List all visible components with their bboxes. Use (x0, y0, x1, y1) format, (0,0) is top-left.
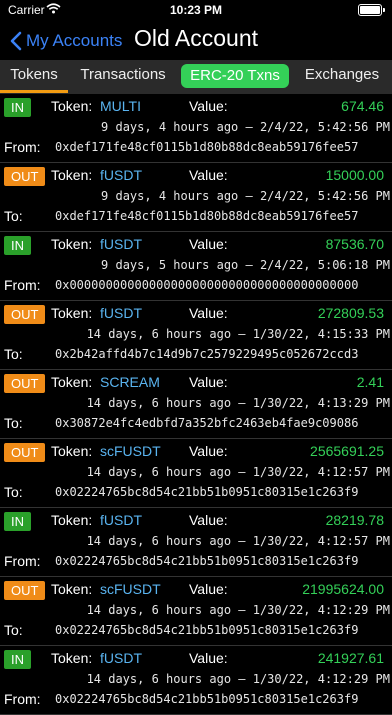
transaction-time: 14 days, 6 hours ago – 1/30/22, 4:12:29 … (86, 603, 390, 617)
transaction-row[interactable]: OUT Token: scFUSDT Value: 2565691.25 14 days,… (0, 439, 392, 508)
counterparty-address[interactable]: 0x2b42affd4b7c14d9b7c2579229495c052672cc… (55, 347, 392, 361)
token-name[interactable]: scFUSDT (100, 581, 161, 597)
value-label: Value: (189, 236, 228, 252)
token-name[interactable]: SCREAM (100, 374, 160, 390)
direction-badge: OUT (4, 305, 46, 324)
address-label: From: (4, 139, 41, 155)
back-button-label: My Accounts (26, 31, 123, 50)
direction-badge: IN (4, 650, 31, 669)
value-amount: 15000.00 (325, 167, 384, 183)
value-amount: 2.41 (356, 374, 384, 390)
value-amount: 272809.53 (317, 305, 384, 321)
transaction-time: 14 days, 6 hours ago – 1/30/22, 4:12:29 … (86, 672, 390, 686)
token-name[interactable]: fUSDT (100, 236, 142, 252)
status-time: 10:23 PM (169, 3, 223, 17)
status-bar: Carrier 10:23 PM (0, 0, 392, 22)
direction-badge: OUT (4, 167, 46, 186)
direction-badge: OUT (4, 374, 46, 393)
transaction-row[interactable]: IN Token: fUSDT Value: 28219.78 14 days, 6 ho… (0, 508, 392, 577)
tab-transactions[interactable]: Transactions (70, 60, 176, 90)
value-amount: 28219.78 (325, 512, 384, 528)
token-name[interactable]: fUSDT (100, 650, 142, 666)
token-label: Token: (51, 167, 93, 183)
value-label: Value: (189, 305, 228, 321)
transaction-time: 14 days, 6 hours ago – 1/30/22, 4:12:57 … (86, 465, 390, 479)
transaction-time: 9 days, 4 hours ago – 2/4/22, 5:42:56 PM (101, 120, 390, 134)
transaction-row[interactable]: OUT Token: fUSDT Value: 15000.00 9 days, 4 ho… (0, 163, 392, 232)
counterparty-address[interactable]: 0x02224765bc8d54c21bb51b0951c80315e1c263… (55, 554, 392, 568)
value-amount: 674.46 (341, 98, 384, 114)
value-amount: 241927.61 (317, 650, 384, 666)
transaction-row[interactable]: OUT Token: fUSDT Value: 272809.53 14 days, 6 … (0, 301, 392, 370)
transaction-time: 9 days, 5 hours ago – 2/4/22, 5:06:18 PM (101, 258, 390, 272)
navigation-bar: My Accounts Old Account (0, 22, 392, 60)
counterparty-address[interactable]: 0xdef171fe48cf0115b1d80b88dc8eab59176fee… (55, 209, 392, 223)
value-label: Value: (189, 374, 228, 390)
value-label: Value: (189, 443, 228, 459)
address-label: To: (4, 208, 23, 224)
transaction-row[interactable]: OUT Token: scFUSDT Value: 21995624.00 14 days… (0, 577, 392, 646)
direction-badge: OUT (4, 581, 46, 600)
back-button[interactable]: My Accounts (10, 26, 122, 56)
counterparty-address[interactable]: 0x02224765bc8d54c21bb51b0951c80315e1c263… (55, 623, 392, 637)
token-name[interactable]: scFUSDT (100, 443, 161, 459)
counterparty-address[interactable]: 0x02224765bc8d54c21bb51b0951c80315e1c263… (55, 485, 392, 499)
transaction-time: 9 days, 4 hours ago – 2/4/22, 5:42:56 PM (101, 189, 390, 203)
value-label: Value: (189, 512, 228, 528)
token-name[interactable]: fUSDT (100, 305, 142, 321)
address-label: From: (4, 553, 41, 569)
counterparty-address[interactable]: 0x02224765bc8d54c21bb51b0951c80315e1c263… (55, 692, 392, 706)
transaction-row[interactable]: IN Token: MULTI Value: 674.46 9 days, 4 hours… (0, 94, 392, 163)
transaction-time: 14 days, 6 hours ago – 1/30/22, 4:13:29 … (86, 396, 390, 410)
value-label: Value: (189, 650, 228, 666)
transaction-time: 14 days, 6 hours ago – 1/30/22, 4:12:57 … (86, 534, 390, 548)
token-label: Token: (51, 443, 93, 459)
transaction-row[interactable]: IN Token: fUSDT Value: 241927.61 14 days, 6 h… (0, 646, 392, 715)
address-label: To: (4, 346, 23, 362)
chevron-left-icon (10, 31, 22, 51)
token-name[interactable]: fUSDT (100, 512, 142, 528)
value-label: Value: (189, 167, 228, 183)
direction-badge: IN (4, 98, 31, 117)
value-amount: 21995624.00 (302, 581, 384, 597)
value-amount: 87536.70 (325, 236, 384, 252)
counterparty-address[interactable]: 0x30872e4fc4edbfd7a352bfc2463eb4fae9c090… (55, 416, 392, 430)
counterparty-address[interactable]: 0xdef171fe48cf0115b1d80b88dc8eab59176fee… (55, 140, 392, 154)
token-label: Token: (51, 98, 93, 114)
direction-badge: OUT (4, 443, 46, 462)
tab-bar: Tokens Transactions ERC-20 Txns Exchange… (0, 60, 392, 94)
token-name[interactable]: fUSDT (100, 167, 142, 183)
token-name[interactable]: MULTI (100, 98, 141, 114)
value-label: Value: (189, 581, 228, 597)
address-label: From: (4, 691, 41, 707)
battery-icon (358, 4, 385, 16)
address-label: From: (4, 277, 41, 293)
value-label: Value: (189, 98, 228, 114)
token-label: Token: (51, 581, 93, 597)
tab-tokens[interactable]: Tokens (0, 60, 68, 93)
token-label: Token: (51, 512, 93, 528)
address-label: To: (4, 415, 23, 431)
token-label: Token: (51, 305, 93, 321)
token-label: Token: (51, 650, 93, 666)
address-label: To: (4, 484, 23, 500)
direction-badge: IN (4, 512, 31, 531)
transaction-row[interactable]: IN Token: fUSDT Value: 87536.70 9 days, 5 hou… (0, 232, 392, 301)
value-amount: 2565691.25 (310, 443, 384, 459)
direction-badge: IN (4, 236, 31, 255)
counterparty-address[interactable]: 0x00000000000000000000000000000000000000… (55, 278, 392, 292)
transaction-row[interactable]: OUT Token: SCREAM Value: 2.41 14 days, 6 hour… (0, 370, 392, 439)
page-title: Old Account (134, 25, 259, 51)
token-label: Token: (51, 236, 93, 252)
token-label: Token: (51, 374, 93, 390)
address-label: To: (4, 622, 23, 638)
transaction-list: IN Token: MULTI Value: 674.46 9 days, 4 hours… (0, 94, 392, 715)
tab-exchanges[interactable]: Exchanges (294, 60, 390, 90)
transaction-time: 14 days, 6 hours ago – 1/30/22, 4:15:33 … (86, 327, 390, 341)
tab-erc20-txns[interactable]: ERC-20 Txns (181, 64, 289, 88)
